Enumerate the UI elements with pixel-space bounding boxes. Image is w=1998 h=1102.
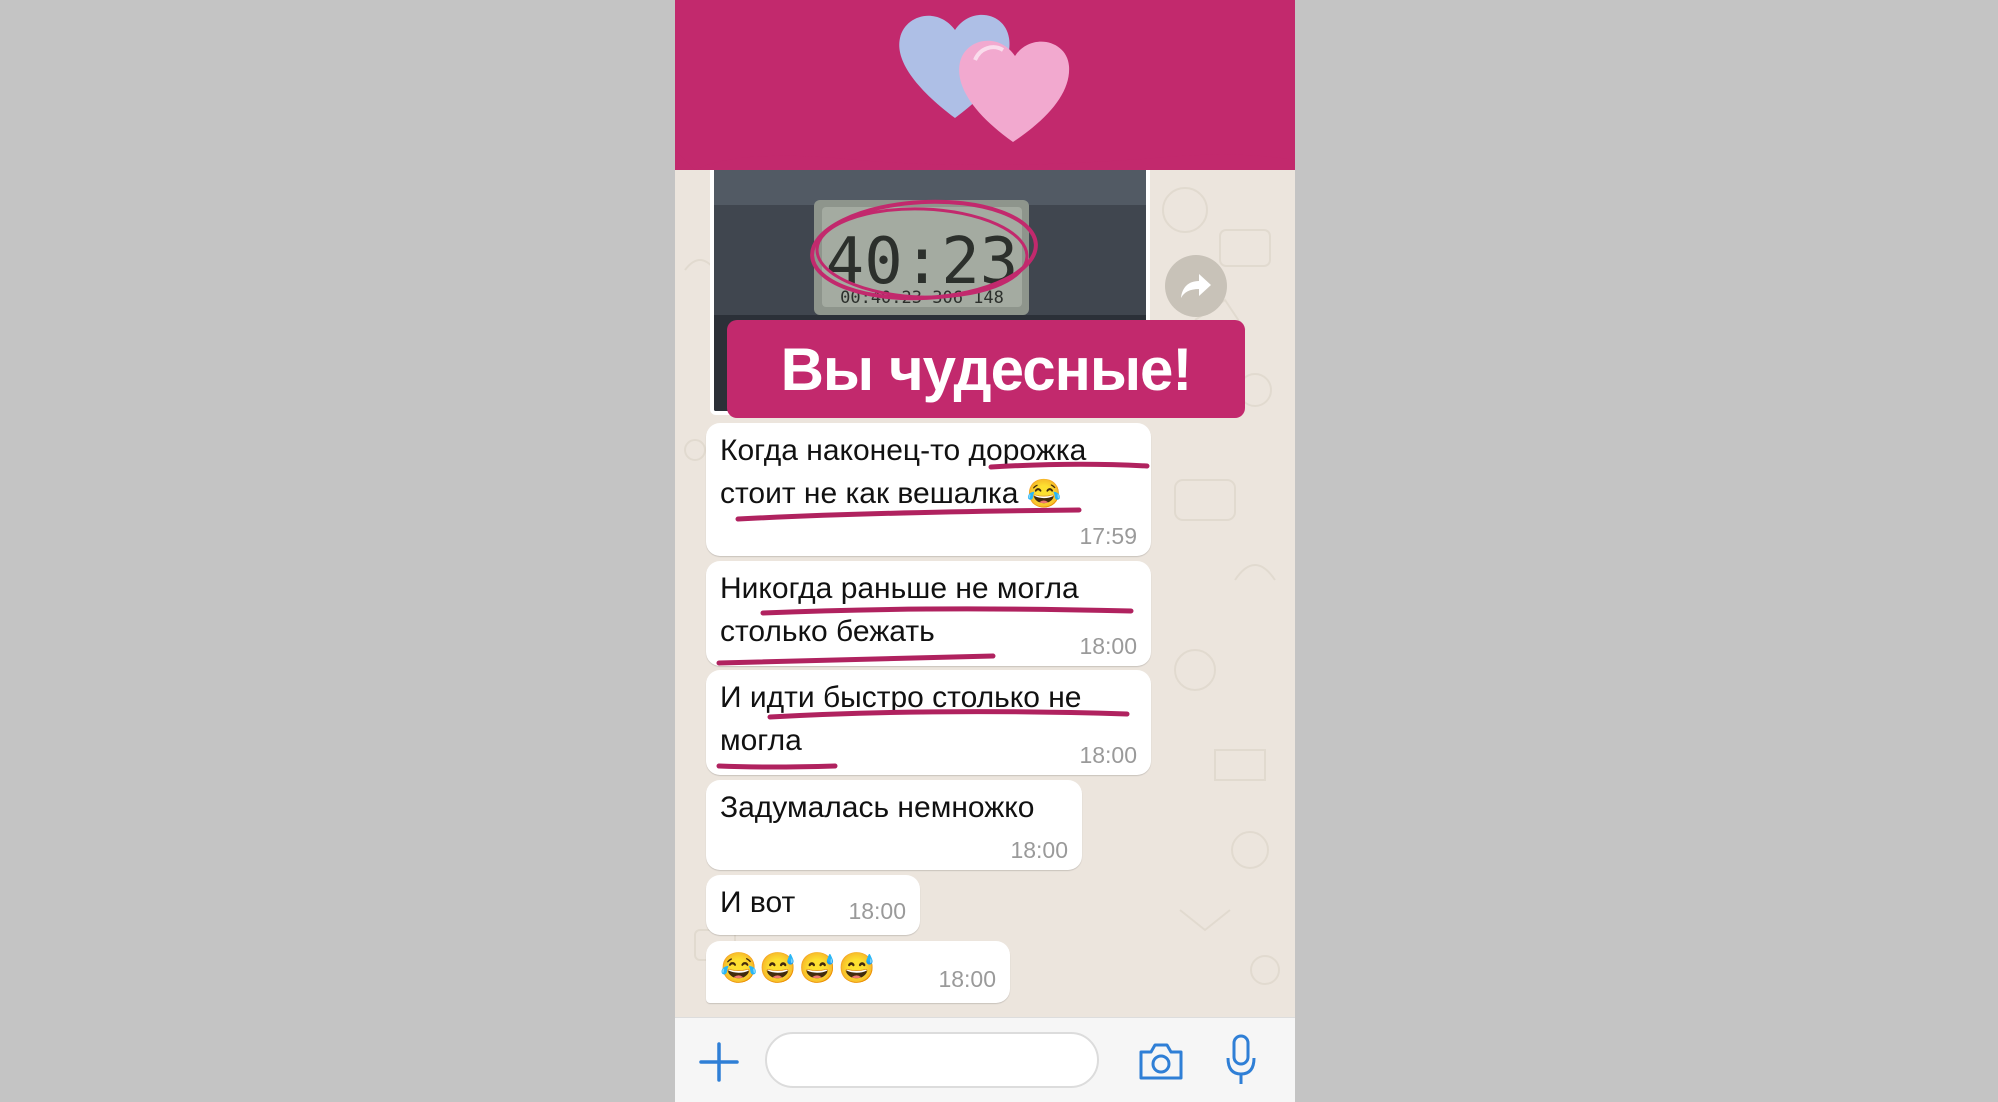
hearts-sticker xyxy=(675,0,1295,170)
message-text: столько бежать xyxy=(720,615,935,648)
message-text: могла xyxy=(720,724,802,757)
message-bubble[interactable]: И вот 18:00 xyxy=(706,875,920,935)
chat-screen: 40:23 00:40:23 306 148 Вы чудесные! Когд… xyxy=(675,0,1295,1102)
message-time: 18:00 xyxy=(1079,742,1137,768)
laughing-emoji: 😂 xyxy=(720,952,760,985)
sweat-smile-emoji: 😅 xyxy=(798,952,839,985)
camera-icon[interactable] xyxy=(1137,1040,1185,1082)
message-text: стоит не как вешалка 😂 xyxy=(720,477,1062,510)
message-time: 18:00 xyxy=(1010,837,1068,863)
message-text: Никогда раньше не могла xyxy=(720,572,1079,605)
message-bubble[interactable]: И идти быстро столько не могла 18:00 xyxy=(706,670,1151,775)
message-bubble[interactable]: 😂😅😅😅 18:00 xyxy=(706,941,1010,1003)
message-bubble[interactable]: Никогда раньше не могла столько бежать 1… xyxy=(706,561,1151,666)
message-time: 18:00 xyxy=(848,898,906,924)
forward-button[interactable] xyxy=(1165,255,1227,317)
message-text: И идти быстро столько не xyxy=(720,681,1082,714)
forward-icon xyxy=(1181,274,1211,298)
plus-icon[interactable] xyxy=(697,1040,741,1084)
message-input[interactable] xyxy=(765,1032,1099,1088)
message-text: Задумалась немножко xyxy=(720,791,1035,824)
compose-bar xyxy=(675,1017,1295,1102)
story-caption: Вы чудесные! xyxy=(727,320,1245,418)
message-bubble[interactable]: Задумалась немножко 18:00 xyxy=(706,780,1082,870)
sweat-smile-emoji: 😅 xyxy=(838,952,878,985)
message-time: 18:00 xyxy=(938,966,996,992)
sweat-smile-emoji: 😅 xyxy=(759,952,799,985)
laughing-emoji: 😂 xyxy=(1026,478,1062,509)
microphone-icon[interactable] xyxy=(1223,1032,1259,1088)
message-text: Когда наконец-то дорожка xyxy=(720,434,1087,467)
message-time: 18:00 xyxy=(1079,633,1137,659)
story-banner xyxy=(675,0,1295,170)
message-time: 17:59 xyxy=(1079,523,1137,549)
message-bubble[interactable]: Когда наконец-то дорожка стоит не как ве… xyxy=(706,423,1151,556)
